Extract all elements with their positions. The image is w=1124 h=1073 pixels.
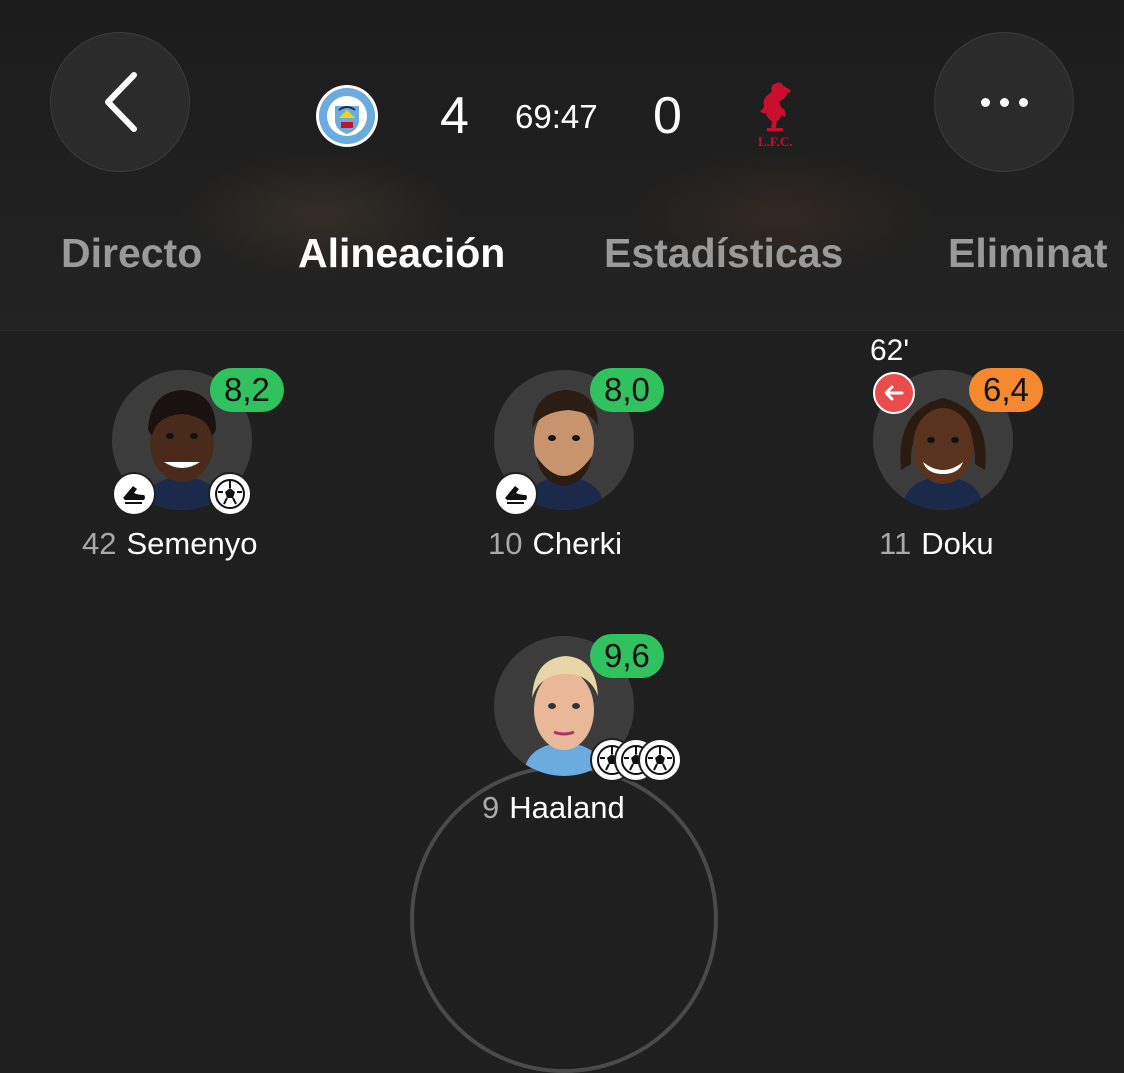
away-score: 0 <box>653 87 682 145</box>
player-rating: 9,6 <box>590 634 664 678</box>
sub-out-arrow-icon <box>873 372 915 414</box>
player-rating: 6,4 <box>969 368 1043 412</box>
player-number: 9 <box>482 790 500 825</box>
player-number: 11 <box>879 526 912 561</box>
home-score: 4 <box>440 87 469 145</box>
tab-bar: Directo Alineación Estadísticas Eliminat <box>0 230 1124 290</box>
tab-estadisticas[interactable]: Estadísticas <box>604 230 843 277</box>
assist-boot-icon <box>112 472 156 516</box>
player-name-label: 10 Cherki <box>488 526 622 562</box>
player-name: Haaland <box>509 790 625 825</box>
player-rating: 8,2 <box>210 368 284 412</box>
player-name-label: 11 Doku <box>879 526 994 562</box>
goal-ball-icon <box>638 738 682 782</box>
more-dots-icon <box>980 97 1028 107</box>
player-name-label: 42 Semenyo <box>82 526 257 562</box>
more-options-button[interactable] <box>934 32 1074 172</box>
substitution-time: 62' <box>870 334 910 367</box>
goal-ball-icon <box>208 472 252 516</box>
tab-alineacion[interactable]: Alineación <box>298 230 505 277</box>
tab-directo[interactable]: Directo <box>61 230 202 277</box>
liverpool-crest-text: L.F.C. <box>758 134 793 149</box>
liverpool-crest-icon[interactable]: L.F.C. <box>745 78 805 150</box>
tab-eliminatoria[interactable]: Eliminat <box>948 230 1107 277</box>
divider <box>0 330 1124 331</box>
player-name: Doku <box>921 526 994 561</box>
player-haaland[interactable]: 9,6 9 Haaland <box>482 634 682 825</box>
player-cherki[interactable]: 8,0 10 Cherki <box>488 368 664 561</box>
player-number: 10 <box>488 526 523 561</box>
player-semenyo[interactable]: 8,2 42 Semenyo <box>82 368 284 561</box>
player-name-label: 9 Haaland <box>482 790 625 826</box>
player-name: Cherki <box>532 526 623 561</box>
back-button[interactable] <box>50 32 190 172</box>
manchester-city-crest-icon[interactable] <box>315 84 379 148</box>
match-clock: 69:47 <box>515 98 598 135</box>
player-number: 42 <box>82 526 117 561</box>
player-rating: 8,0 <box>590 368 664 412</box>
assist-boot-icon <box>494 472 538 516</box>
player-doku[interactable]: 62' 6,4 11 Doku <box>870 334 1043 561</box>
chevron-left-icon <box>105 72 137 132</box>
player-name: Semenyo <box>126 526 258 561</box>
